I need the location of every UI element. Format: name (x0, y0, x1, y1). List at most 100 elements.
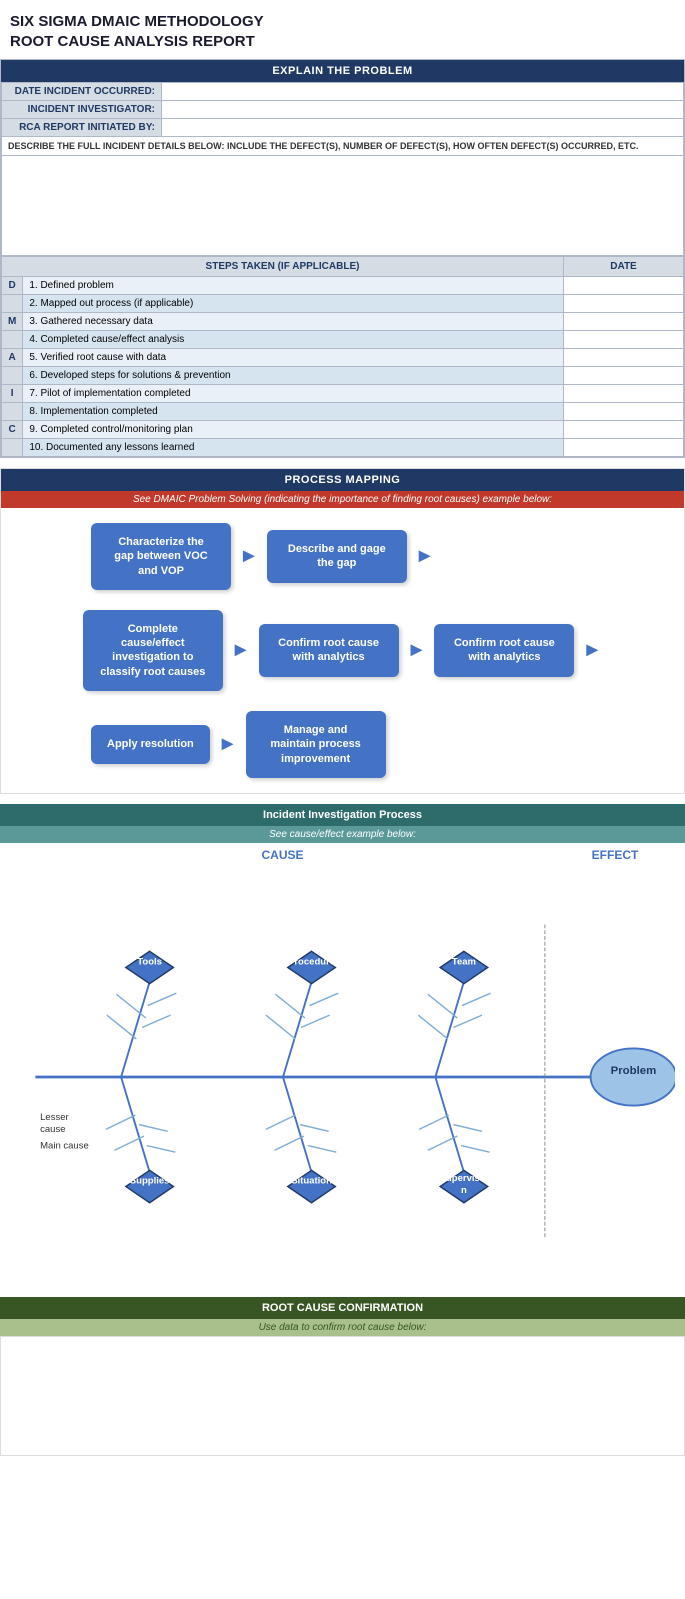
step-text: 7. Pilot of implementation completed (23, 385, 564, 403)
phase-empty (2, 331, 23, 349)
table-row: 2. Mapped out process (if applicable) (2, 295, 684, 313)
step-text: 8. Implementation completed (23, 403, 564, 421)
form-fields: DATE INCIDENT OCCURRED: INCIDENT INVESTI… (1, 82, 684, 256)
flow-row-3: Apply resolution ► Manage and maintain p… (11, 711, 674, 778)
process-mapping-subheader: See DMAIC Problem Solving (indicating th… (1, 491, 684, 508)
svg-text:n: n (461, 1185, 467, 1196)
step-date[interactable] (564, 313, 684, 331)
steps-table: STEPS TAKEN (IF APPLICABLE) DATE D 1. De… (1, 256, 684, 457)
phase-empty (2, 403, 23, 421)
arrow-icon-1: ► (239, 545, 259, 568)
fishbone-svg: Problem Tools Procedure (10, 877, 675, 1277)
step-date[interactable] (564, 421, 684, 439)
arrow-icon-3: ► (231, 639, 251, 662)
arrow-icon-4: ► (407, 639, 427, 662)
step-text: 5. Verified root cause with data (23, 349, 564, 367)
phase-empty (2, 295, 23, 313)
date-value[interactable] (162, 83, 684, 101)
step-date[interactable] (564, 277, 684, 295)
description-label-row: DESCRIBE THE FULL INCIDENT DETAILS BELOW… (2, 137, 684, 156)
step-date[interactable] (564, 385, 684, 403)
form-row-initiated: RCA REPORT INITIATED BY: (2, 119, 684, 137)
flow-box-5: Confirm root cause with analytics (434, 624, 574, 677)
arrow-icon-6: ► (218, 733, 238, 756)
rca-confirmation-section: ROOT CAUSE CONFIRMATION Use data to conf… (0, 1297, 685, 1456)
svg-text:Tools: Tools (137, 957, 162, 968)
svg-text:Lesser: Lesser (40, 1112, 69, 1123)
step-text: 9. Completed control/monitoring plan (23, 421, 564, 439)
flow-diagram: Characterize the gap between VOC and VOP… (1, 508, 684, 793)
step-date[interactable] (564, 295, 684, 313)
step-date[interactable] (564, 403, 684, 421)
investigator-value[interactable] (162, 101, 684, 119)
description-input[interactable] (2, 156, 684, 256)
phase-a: A (2, 349, 23, 367)
incident-header: Incident Investigation Process (0, 804, 685, 826)
phase-i: I (2, 385, 23, 403)
page-title: SIX SIGMA DMAIC METHODOLOGY ROOT CAUSE A… (0, 0, 685, 59)
step-text: 1. Defined problem (23, 277, 564, 295)
rca-confirm-body[interactable] (0, 1336, 685, 1456)
flow-box-1: Characterize the gap between VOC and VOP (91, 523, 231, 590)
step-text: 3. Gathered necessary data (23, 313, 564, 331)
table-row: I 7. Pilot of implementation completed (2, 385, 684, 403)
form-row-investigator: INCIDENT INVESTIGATOR: (2, 101, 684, 119)
step-text: 10. Documented any lessons learned (23, 439, 564, 457)
flow-box-3: Complete cause/effect investigation to c… (83, 610, 223, 691)
phase-empty (2, 367, 23, 385)
incident-subheader: See cause/effect example below: (0, 826, 685, 843)
step-text: 6. Developed steps for solutions & preve… (23, 367, 564, 385)
table-row: M 3. Gathered necessary data (2, 313, 684, 331)
table-row: C 9. Completed control/monitoring plan (2, 421, 684, 439)
initiated-value[interactable] (162, 119, 684, 137)
phase-empty (2, 439, 23, 457)
process-mapping-section: PROCESS MAPPING See DMAIC Problem Solvin… (0, 468, 685, 794)
effect-label: EFFECT (555, 848, 675, 862)
step-text: 4. Completed cause/effect analysis (23, 331, 564, 349)
date-label: DATE INCIDENT OCCURRED: (2, 83, 162, 101)
process-mapping-header: PROCESS MAPPING (1, 469, 684, 491)
explain-header: EXPLAIN THE PROBLEM (1, 60, 684, 82)
fishbone-diagram: Problem Tools Procedure (0, 867, 685, 1287)
arrow-icon-5: ► (582, 639, 602, 662)
svg-text:Procedure: Procedure (288, 957, 335, 968)
form-row-date: DATE INCIDENT OCCURRED: (2, 83, 684, 101)
table-row: D 1. Defined problem (2, 277, 684, 295)
cause-label: CAUSE (10, 848, 555, 862)
arrow-icon-2: ► (415, 545, 435, 568)
table-row: A 5. Verified root cause with data (2, 349, 684, 367)
svg-text:Supervisio: Supervisio (440, 1173, 489, 1184)
flow-box-manage: Manage and maintain process improvement (246, 711, 386, 778)
svg-text:cause: cause (40, 1124, 65, 1135)
svg-text:Supplies: Supplies (130, 1176, 170, 1187)
step-date[interactable] (564, 439, 684, 457)
flow-box-4: Confirm root cause with analytics (259, 624, 399, 677)
steps-col2-header: DATE (564, 257, 684, 277)
rca-confirm-header: ROOT CAUSE CONFIRMATION (0, 1297, 685, 1319)
phase-d: D (2, 277, 23, 295)
flow-row-1: Characterize the gap between VOC and VOP… (11, 523, 674, 590)
table-row: 6. Developed steps for solutions & preve… (2, 367, 684, 385)
initiated-label: RCA REPORT INITIATED BY: (2, 119, 162, 137)
step-date[interactable] (564, 349, 684, 367)
step-date[interactable] (564, 367, 684, 385)
explain-section: EXPLAIN THE PROBLEM DATE INCIDENT OCCURR… (0, 59, 685, 458)
svg-text:Situation: Situation (291, 1176, 332, 1187)
phase-c: C (2, 421, 23, 439)
table-row: 10. Documented any lessons learned (2, 439, 684, 457)
description-area-row (2, 156, 684, 256)
flow-box-2: Describe and gage the gap (267, 530, 407, 583)
steps-col1-header: STEPS TAKEN (IF APPLICABLE) (2, 257, 564, 277)
svg-text:Team: Team (452, 957, 476, 968)
phase-m: M (2, 313, 23, 331)
flow-row-2: Complete cause/effect investigation to c… (11, 610, 674, 691)
svg-text:Problem: Problem (611, 1065, 657, 1077)
description-label: DESCRIBE THE FULL INCIDENT DETAILS BELOW… (2, 137, 684, 156)
table-row: 8. Implementation completed (2, 403, 684, 421)
rca-confirm-subheader: Use data to confirm root cause below: (0, 1319, 685, 1336)
investigator-label: INCIDENT INVESTIGATOR: (2, 101, 162, 119)
svg-text:Main cause: Main cause (40, 1140, 89, 1151)
cause-effect-labels: CAUSE EFFECT (0, 843, 685, 867)
step-date[interactable] (564, 331, 684, 349)
table-row: 4. Completed cause/effect analysis (2, 331, 684, 349)
